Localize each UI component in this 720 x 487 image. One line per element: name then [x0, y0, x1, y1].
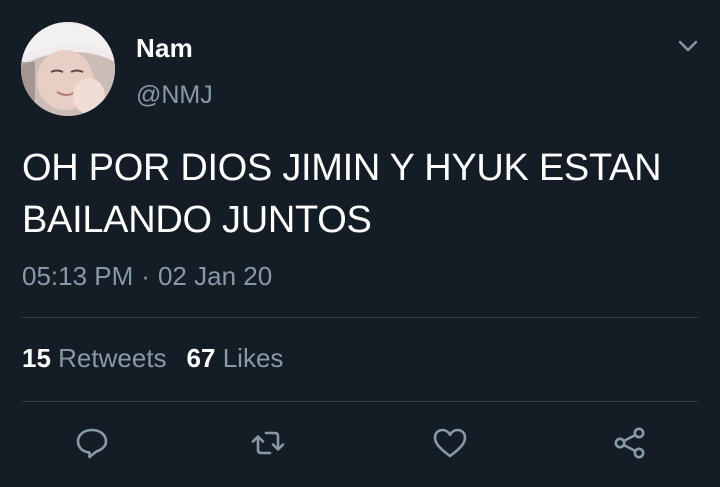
avatar[interactable] [21, 22, 115, 116]
tweet-date: 02 Jan 20 [157, 261, 273, 291]
tweet-text: OH POR DIOS JIMIN Y HYUK ESTAN BAILANDO … [22, 147, 662, 241]
tweet-menu-button[interactable] [676, 36, 700, 56]
likes-stat[interactable]: 67 Likes [187, 343, 284, 374]
heart-icon [433, 428, 467, 458]
likes-count: 67 [186, 343, 216, 373]
tweet-stats: 15 Retweets 67 Likes [22, 343, 283, 374]
retweets-label: Retweets [58, 343, 167, 373]
timestamp-separator: · [141, 261, 150, 291]
divider [22, 401, 698, 402]
tweet-card: Nam @NMJ OH POR DIOS JIMIN Y HYUK ESTAN … [0, 0, 720, 487]
retweet-icon [251, 431, 285, 455]
likes-label: Likes [222, 343, 284, 373]
author-handle[interactable]: @NMJ [136, 81, 213, 110]
chevron-down-icon [678, 40, 698, 52]
share-button[interactable] [611, 424, 649, 462]
reply-button[interactable] [73, 424, 111, 462]
tweet-time: 05:13 PM [22, 261, 134, 291]
author-name[interactable]: Nam [136, 33, 193, 64]
retweets-stat[interactable]: 15 Retweets [22, 343, 167, 374]
retweets-count: 15 [22, 343, 51, 373]
reply-icon [76, 428, 108, 459]
like-button[interactable] [431, 424, 469, 462]
retweet-button[interactable] [249, 424, 287, 462]
avatar-photo [21, 22, 115, 116]
divider [22, 317, 698, 318]
share-icon [614, 427, 645, 459]
tweet-timestamp: 05:13 PM · 02 Jan 20 [22, 261, 272, 292]
